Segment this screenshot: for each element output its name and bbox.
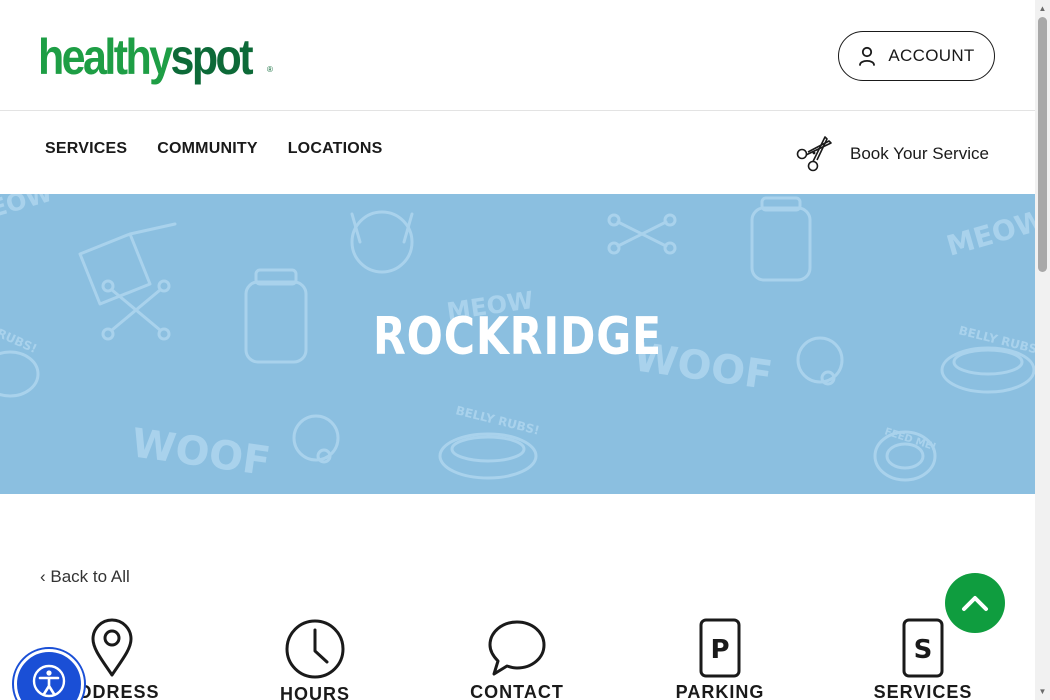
- scroll-to-top-button[interactable]: [945, 573, 1005, 633]
- hours-label: HOURS: [279, 684, 350, 700]
- contact-item[interactable]: CONTACT: [442, 618, 592, 700]
- services-label: SERVICES: [873, 682, 973, 700]
- svg-text:MEOW: MEOW: [0, 194, 55, 230]
- hero-banner: WOOF WOOF MEOW MEOW MEOW BELLY RUBS! BEL…: [0, 194, 1035, 494]
- book-service-link[interactable]: Book Your Service: [794, 134, 989, 174]
- parking-label: PARKING: [675, 682, 765, 700]
- hours-item[interactable]: HOURS: [240, 618, 390, 700]
- top-header: healthyspot ® ACCOUNT: [0, 0, 1035, 111]
- scroll-up-arrow[interactable]: ▲: [1035, 1, 1050, 16]
- parking-item[interactable]: P PARKING: [645, 618, 795, 700]
- chat-bubble-icon: [488, 620, 546, 676]
- scissors-icon: [796, 136, 832, 172]
- clock-icon: [285, 619, 345, 679]
- nav-services[interactable]: SERVICES: [45, 140, 127, 158]
- scroll-down-arrow[interactable]: ▼: [1035, 684, 1050, 699]
- services-icon: S: [902, 618, 944, 678]
- parking-icon: P: [699, 618, 741, 678]
- svg-text:WOOF: WOOF: [129, 420, 273, 485]
- logo-wordmark: healthyspot: [38, 29, 254, 85]
- page: healthyspot ® ACCOUNT SERVICES COMMUNITY…: [0, 0, 1035, 700]
- registered-mark: ®: [267, 65, 273, 74]
- map-pin-icon: [91, 618, 133, 677]
- svg-text:BELLY RUBS!: BELLY RUBS!: [454, 403, 541, 437]
- user-icon: [859, 46, 876, 66]
- chevron-up-icon: [962, 596, 988, 611]
- contact-label: CONTACT: [470, 682, 564, 700]
- account-label: ACCOUNT: [888, 46, 975, 65]
- svg-text:MEOW: MEOW: [943, 203, 1035, 263]
- healthyspot-logo[interactable]: healthyspot ®: [38, 26, 286, 82]
- parking-glyph: P: [710, 635, 729, 665]
- main-nav: SERVICES COMMUNITY LOCATIONS Book Your S…: [0, 111, 1035, 194]
- back-to-all-link[interactable]: ‹ Back to All: [40, 567, 130, 587]
- services-glyph: S: [914, 635, 933, 665]
- accessibility-icon: [32, 664, 66, 698]
- page-scrollbar[interactable]: ▲ ▼: [1035, 0, 1050, 700]
- scrollbar-thumb[interactable]: [1038, 17, 1047, 272]
- nav-links: SERVICES COMMUNITY LOCATIONS: [45, 140, 383, 158]
- nav-locations[interactable]: LOCATIONS: [288, 140, 383, 158]
- book-service-label: Book Your Service: [850, 144, 989, 163]
- nav-community[interactable]: COMMUNITY: [157, 140, 257, 158]
- location-title: ROCKRIDGE: [372, 307, 663, 367]
- account-button[interactable]: ACCOUNT: [838, 31, 995, 81]
